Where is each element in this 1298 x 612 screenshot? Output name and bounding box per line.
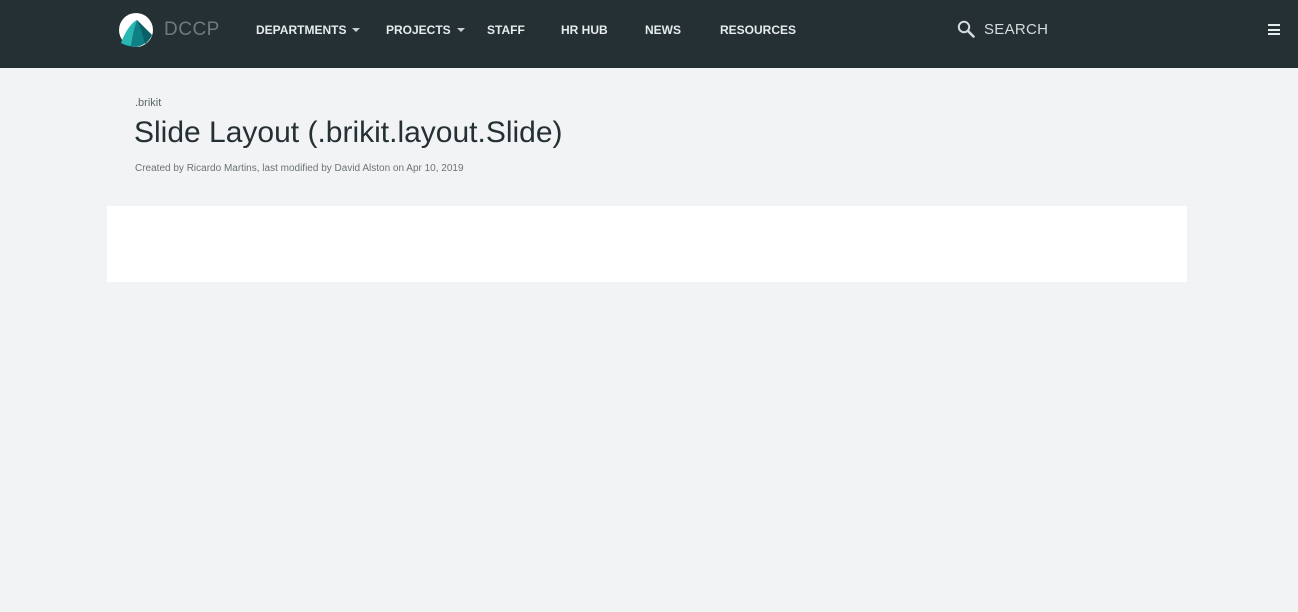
brand-name: DCCP: [164, 19, 220, 40]
page-content-panel: [107, 206, 1187, 282]
caret-down-icon: [456, 28, 465, 32]
nav-projects-label: PROJECTS: [386, 23, 451, 37]
search-label: SEARCH: [984, 20, 1049, 38]
byline-created-prefix: Created by: [135, 163, 187, 174]
modified-date-link[interactable]: Apr 10, 2019: [406, 163, 463, 174]
nav-staff[interactable]: STAFF: [487, 23, 525, 37]
page-byline: Created by Ricardo Martins, last modifie…: [135, 163, 464, 174]
search-button[interactable]: SEARCH: [957, 20, 1048, 38]
nav-departments[interactable]: DEPARTMENTS: [256, 23, 361, 37]
breadcrumb[interactable]: .brikit: [135, 97, 161, 109]
modifier-link[interactable]: David Alston: [335, 163, 391, 174]
nav-staff-label: STAFF: [487, 23, 525, 37]
creator-link[interactable]: Ricardo Martins: [187, 163, 257, 174]
nav-news-label: NEWS: [645, 23, 681, 37]
hamburger-menu-icon[interactable]: [1268, 24, 1280, 35]
nav-news[interactable]: NEWS: [645, 23, 681, 37]
nav-resources[interactable]: RESOURCES: [720, 23, 796, 37]
top-navigation-bar: DCCP DEPARTMENTS PROJECTS STAFF HR HUB N…: [0, 0, 1298, 68]
nav-resources-label: RESOURCES: [720, 23, 797, 37]
byline-date-prefix: on: [390, 163, 407, 174]
nav-projects[interactable]: PROJECTS: [386, 23, 465, 37]
caret-down-icon: [352, 28, 361, 32]
byline-modified-prefix: , last modified by: [256, 163, 335, 174]
page-title: Slide Layout (.brikit.layout.Slide): [134, 116, 563, 149]
search-icon: [957, 20, 975, 38]
nav-hr-hub[interactable]: HR HUB: [561, 23, 608, 37]
nav-hr-hub-label: HR HUB: [561, 23, 608, 37]
brand-logo[interactable]: DCCP: [119, 13, 220, 47]
dccp-logo-icon: [119, 13, 153, 47]
nav-departments-label: DEPARTMENTS: [256, 23, 347, 37]
